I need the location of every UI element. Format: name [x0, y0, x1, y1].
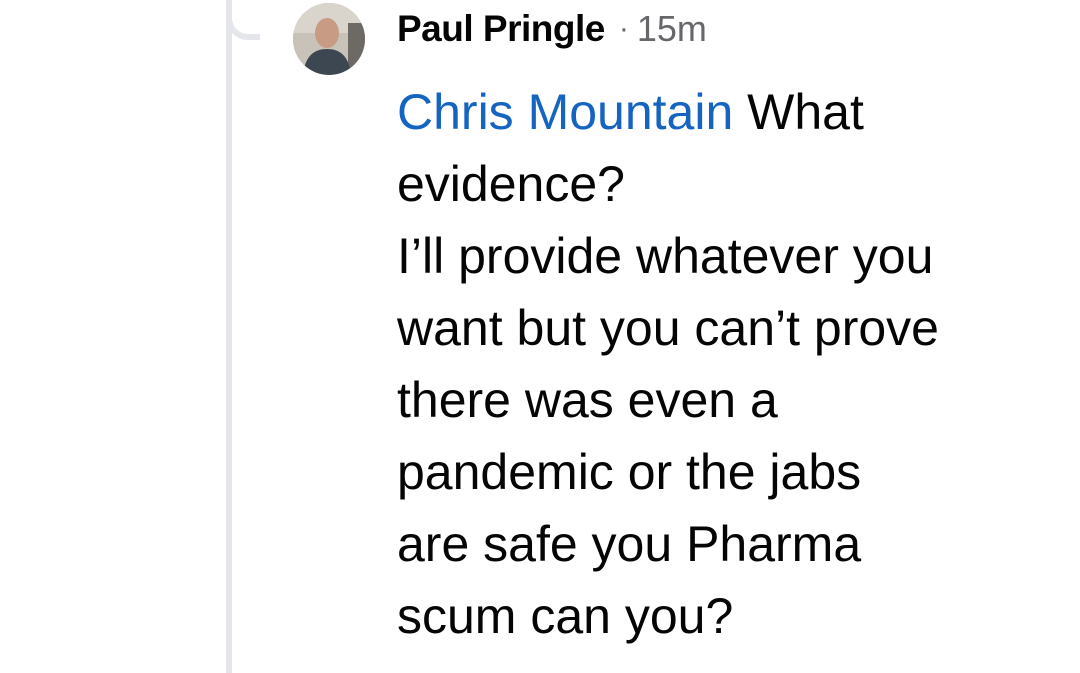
user-photo-icon	[293, 3, 365, 75]
author-name[interactable]: Paul Pringle	[397, 8, 605, 50]
avatar[interactable]	[293, 3, 365, 75]
meta-separator: ·	[618, 12, 629, 45]
timestamp[interactable]: 15m	[637, 8, 707, 50]
comment-header: Paul Pringle · 15m	[397, 0, 1057, 58]
comment: Paul Pringle · 15m Chris Mountain What e…	[397, 0, 1057, 652]
comment-body: Chris Mountain What evidence? I’ll provi…	[397, 76, 1057, 652]
comment-text: What evidence? I’ll provide whatever you…	[397, 84, 939, 644]
thread-connector-line	[226, 0, 232, 673]
mention-link[interactable]: Chris Mountain	[397, 84, 733, 140]
